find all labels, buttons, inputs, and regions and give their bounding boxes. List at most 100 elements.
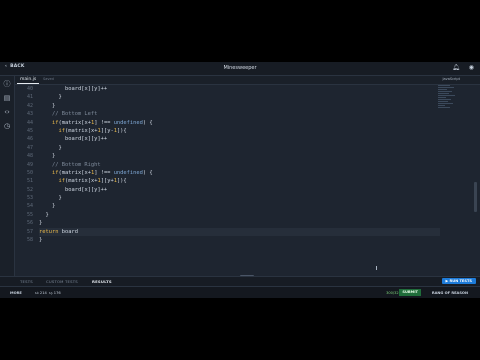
line-number: 43 [26,111,33,118]
code-token: ][y+ [100,178,114,185]
line-number: 44 [26,119,33,126]
title-bar: ‹ BACK Minesweeper 🔔︎ ◉ [0,62,480,76]
run-tests-label: RUN TESTS [449,279,472,283]
code-line[interactable]: if(matrix[x+1] !== undefined) { [39,119,440,127]
code-token: (matrix[x+ [64,178,98,185]
line-number: 41 [26,94,33,101]
code-token: ]){ [116,127,127,134]
code-line[interactable]: } [39,202,440,210]
tab-custom-tests[interactable]: CUSTOM TESTS [46,279,78,284]
code-token: ]){ [116,178,127,185]
tab-results[interactable]: RESULTS [92,279,112,284]
code-line[interactable]: board[x][y]++ [39,135,440,143]
line-number: 56 [26,220,33,227]
text-cursor [376,266,377,270]
code-editor[interactable]: 40 41 42 43 44 45 46 47 48 49 50 51 52 53 54 55 56 57 58 b… [15,85,480,275]
code-line[interactable]: } [39,93,440,101]
dislikes-count[interactable]: 👎︎ 176 [49,291,61,295]
saved-indicator: Saved [43,77,54,81]
code-line[interactable]: board[x][y]++ [39,186,440,194]
likes-value: 214 [39,291,47,295]
minimap[interactable] [438,85,458,125]
code-line[interactable]: } [39,219,440,227]
code-token: ) { [142,119,153,126]
code-line[interactable]: if(matrix[x+1] !== undefined) { [39,169,440,177]
info-icon[interactable]: ⓘ [3,80,11,88]
code-token: board[x][y]++ [64,136,108,143]
code-editor-app: ‹BACK Minesweeper 🔔︎ ◉ ⓘ ▤ ‹› ◷ ⚙ main.j… [0,62,480,298]
submit-button[interactable]: SUBMIT [399,289,421,296]
line-number: 42 [26,102,33,109]
code-token: ) { [142,169,153,176]
status-bar: MORE 👍︎ 214 👎︎ 176 300/320 SUBMIT RANG O… [0,286,480,298]
code-token: // Bottom Right [39,161,101,168]
code-line[interactable]: } [39,211,440,219]
code-token: undefined [113,119,143,126]
code-token: (matrix[x+ [64,127,98,134]
code-token: return [39,228,62,235]
code-line[interactable]: } [39,102,440,110]
line-number: 45 [26,127,33,134]
code-token: } [39,220,43,227]
code-token: ][y- [100,127,114,134]
more-button[interactable]: MORE [10,291,22,295]
file-tabs: main.js Saved JavaScript [15,76,480,85]
line-number: 47 [26,144,33,151]
line-number: 55 [26,211,33,218]
title-actions: 🔔︎ ◉ [452,64,474,71]
editor-scrollbar[interactable] [474,182,477,212]
bottom-tabs: TESTS CUSTOM TESTS RESULTS ▶ RUN TESTS [0,276,480,286]
code-line[interactable]: board[x][y]++ [39,85,440,93]
code-line[interactable]: } [39,152,440,160]
document-icon[interactable]: ▤ [3,94,11,102]
code-token: } [39,144,62,151]
sidebar: ⓘ ▤ ‹› ◷ ⚙ [0,76,15,298]
line-number: 50 [26,169,33,176]
code-line[interactable]: } [39,144,440,152]
code-token: } [39,237,43,244]
code-token: board [61,228,78,235]
code-token: (matrix[x+ [58,169,91,176]
code-token: } [39,102,56,109]
code-content[interactable]: board[x][y]++ } } // Bottom Left if(matr… [39,85,440,244]
tab-tests[interactable]: TESTS [20,279,33,284]
bell-icon[interactable]: 🔔︎ [452,64,460,71]
line-number: 40 [26,86,33,92]
code-token: board[x][y]++ [64,186,108,193]
line-number: 46 [26,136,33,143]
page-title: Minesweeper [223,65,257,71]
line-number: 48 [26,153,33,160]
dislikes-value: 176 [53,291,61,295]
likes-count[interactable]: 👍︎ 214 [35,291,47,295]
code-line[interactable]: } [39,236,440,244]
line-numbers: 40 41 42 43 44 45 46 47 48 49 50 51 52 53 54 55 56 57 58 [15,85,33,244]
history-icon[interactable]: ◷ [3,122,11,130]
run-tests-button[interactable]: ▶ RUN TESTS [441,278,476,284]
code-token: } [39,203,56,210]
code-line[interactable]: if(matrix[x+1][y-1]){ [39,127,440,135]
tab-main-js[interactable]: main.js [17,76,40,84]
code-token: } [39,153,56,160]
code-token: } [39,195,62,202]
code-token: (matrix[x+ [58,119,91,126]
rank-label: RANG OF REASON [431,291,468,295]
line-number: 51 [26,178,33,185]
code-token: board[x][y]++ [64,86,108,92]
line-number: 57 [26,228,33,235]
code-token: } [39,211,49,218]
code-line[interactable]: if(matrix[x+1][y+1]){ [39,177,440,185]
code-line[interactable]: } [39,194,440,202]
code-line[interactable]: return board [39,227,440,237]
code-line[interactable]: // Bottom Left [39,110,440,118]
code-line[interactable]: // Bottom Right [39,161,440,169]
code-icon[interactable]: ‹› [3,108,11,116]
code-token: undefined [113,169,143,176]
language-select[interactable]: JavaScript [442,77,460,81]
user-icon[interactable]: ◉ [469,64,474,71]
